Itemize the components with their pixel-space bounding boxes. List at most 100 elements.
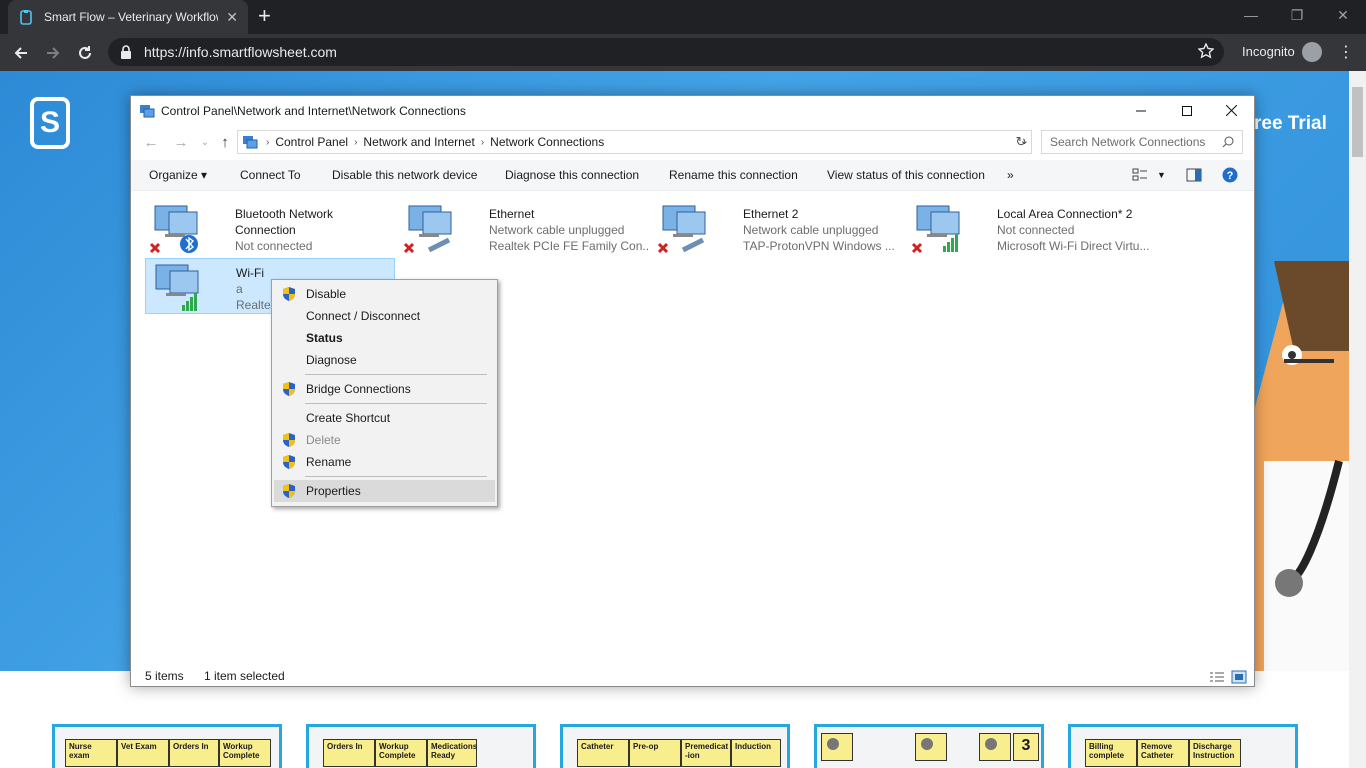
connection-status: Network cable unplugged — [489, 223, 625, 237]
incognito-icon[interactable] — [1302, 42, 1322, 62]
back-button[interactable] — [8, 40, 34, 66]
minimize-button[interactable] — [1118, 96, 1164, 125]
bookmark-star-icon[interactable] — [1198, 43, 1214, 59]
status-dot-icon — [921, 738, 933, 750]
minimize-icon — [1136, 110, 1146, 111]
browser-restore-button[interactable]: ❐ — [1274, 0, 1320, 30]
maximize-icon — [1182, 105, 1192, 116]
explorer-address-bar[interactable]: › Control Panel › Network and Internet ›… — [237, 130, 1032, 154]
search-network-connections[interactable]: Search Network Connections — [1041, 130, 1243, 154]
vet-illustration-icon — [1254, 261, 1349, 671]
workflow-card: 3 — [814, 724, 1044, 768]
browser-minimize-button[interactable]: — — [1228, 0, 1274, 30]
uac-shield-icon — [283, 287, 295, 301]
address-row: ← → ⌄ ↑ › Control Panel › Network and In… — [131, 128, 1254, 156]
card-cell: Workup Complete — [375, 739, 427, 767]
workflow-card: Nurse exam Vet Exam Orders In Workup Com… — [52, 724, 282, 768]
maximize-button[interactable] — [1164, 96, 1210, 125]
card-cell: Premedicat -ion — [681, 739, 731, 767]
network-folder-icon — [140, 104, 155, 117]
breadcrumb-separator-icon: › — [354, 136, 358, 148]
card-cell: Induction — [731, 739, 781, 767]
disable-device-button[interactable]: Disable this network device — [332, 168, 477, 182]
status-dot-icon — [985, 738, 997, 750]
forward-button[interactable] — [40, 40, 66, 66]
connection-item-local-area-2[interactable]: Local Area Connection* 2 Not connected M… — [907, 200, 1157, 256]
menu-item-connect-disconnect[interactable]: Connect / Disconnect — [274, 305, 495, 327]
scrollbar-thumb[interactable] — [1352, 87, 1363, 157]
connect-to-button[interactable]: Connect To — [240, 168, 301, 182]
workflow-card: Orders In Workup Complete Medications Re… — [306, 724, 536, 768]
address-bar[interactable]: https://info.smartflowsheet.com — [108, 38, 1224, 66]
connection-device: Realtek PCIe FE Family Con... — [489, 239, 649, 253]
command-bar: Organize ▾ Connect To Disable this netwo… — [131, 160, 1254, 191]
network-computer-icon — [403, 205, 452, 254]
window-titlebar[interactable]: Control Panel\Network and Internet\Netwo… — [131, 96, 1254, 125]
menu-item-disable[interactable]: Disable — [274, 283, 495, 305]
help-icon[interactable]: ? — [1222, 167, 1238, 183]
context-menu: Disable Connect / Disconnect Status Diag… — [271, 279, 498, 507]
card-cell: Workup Complete — [219, 739, 271, 767]
browser-tab[interactable]: Smart Flow – Veterinary Workflow ✕ — [8, 0, 248, 34]
network-computer-icon — [657, 205, 706, 254]
smartflow-favicon-icon — [20, 10, 32, 25]
rename-connection-button[interactable]: Rename this connection — [669, 168, 798, 182]
wifi-computer-icon — [155, 264, 199, 311]
breadcrumb-separator-icon: › — [480, 136, 485, 148]
new-tab-button[interactable]: + — [258, 4, 271, 28]
connection-item-bluetooth[interactable]: Bluetooth Network Connection Not connect… — [145, 200, 395, 256]
breadcrumb-separator-icon: › — [266, 136, 270, 148]
card-cell: Vet Exam — [117, 739, 169, 767]
card-dot-cell — [821, 733, 853, 761]
menu-item-delete: Delete — [274, 429, 495, 451]
browser-close-button[interactable]: ✕ — [1320, 0, 1366, 30]
organize-menu[interactable]: Organize ▾ — [149, 168, 207, 182]
refresh-button[interactable]: ↻ — [1011, 132, 1031, 152]
view-status-button[interactable]: View status of this connection — [827, 168, 985, 182]
change-view-icon[interactable] — [1132, 168, 1148, 182]
free-trial-link[interactable]: ree Trial — [1254, 113, 1327, 135]
page-scrollbar[interactable] — [1349, 71, 1366, 768]
explorer-back-button[interactable]: ← — [141, 132, 161, 152]
menu-item-bridge-connections[interactable]: Bridge Connections — [274, 378, 495, 400]
preview-pane-icon[interactable] — [1186, 168, 1202, 182]
browser-menu-icon[interactable]: ⋮ — [1338, 44, 1354, 62]
explorer-forward-button[interactable]: → — [171, 132, 191, 152]
connection-name: Ethernet — [489, 207, 535, 221]
uac-shield-icon — [283, 382, 295, 396]
card-cell: Billing complete — [1085, 739, 1137, 767]
diagnose-connection-button[interactable]: Diagnose this connection — [505, 168, 639, 182]
search-icon — [1222, 136, 1234, 148]
up-button[interactable]: ↑ — [215, 132, 235, 152]
menu-item-rename[interactable]: Rename — [274, 451, 495, 473]
recent-locations-icon[interactable]: ⌄ — [195, 132, 215, 152]
more-commands-button[interactable]: » — [1007, 168, 1014, 182]
details-view-icon[interactable] — [1209, 671, 1225, 683]
reload-button[interactable] — [72, 40, 98, 66]
card-cell: Orders In — [169, 739, 219, 767]
breadcrumb-control-panel[interactable]: Control Panel — [275, 135, 348, 149]
uac-shield-icon — [283, 484, 295, 498]
close-button[interactable] — [1208, 96, 1254, 125]
card-cell: Catheter — [577, 739, 629, 767]
connection-item-ethernet[interactable]: Ethernet Network cable unplugged Realtek… — [399, 200, 649, 256]
menu-item-properties[interactable]: Properties — [274, 480, 495, 502]
card-count: 3 — [1013, 733, 1039, 761]
connection-device: TAP-ProtonVPN Windows ... — [743, 239, 895, 253]
url-text: https://info.smartflowsheet.com — [144, 44, 337, 60]
tab-close-icon[interactable]: ✕ — [226, 9, 238, 26]
network-computer-icon — [911, 205, 960, 254]
view-options-dropdown-icon[interactable]: ▼ — [1157, 170, 1166, 180]
workflow-card: Catheter Pre-op Premedicat -ion Inductio… — [560, 724, 790, 768]
menu-item-diagnose[interactable]: Diagnose — [274, 349, 495, 371]
card-cell: Discharge Instruction — [1189, 739, 1241, 767]
breadcrumb-network-connections[interactable]: Network Connections — [490, 135, 604, 149]
smartflow-logo[interactable]: S — [30, 97, 70, 149]
connection-item-ethernet-2[interactable]: Ethernet 2 Network cable unplugged TAP-P… — [653, 200, 903, 256]
browser-tabstrip: Smart Flow – Veterinary Workflow ✕ + — ❐… — [0, 0, 1366, 34]
menu-item-create-shortcut[interactable]: Create Shortcut — [274, 407, 495, 429]
menu-item-status[interactable]: Status — [274, 327, 495, 349]
breadcrumb-network-internet[interactable]: Network and Internet — [363, 135, 474, 149]
large-icons-view-icon[interactable] — [1231, 670, 1247, 684]
incognito-label: Incognito — [1242, 44, 1295, 59]
